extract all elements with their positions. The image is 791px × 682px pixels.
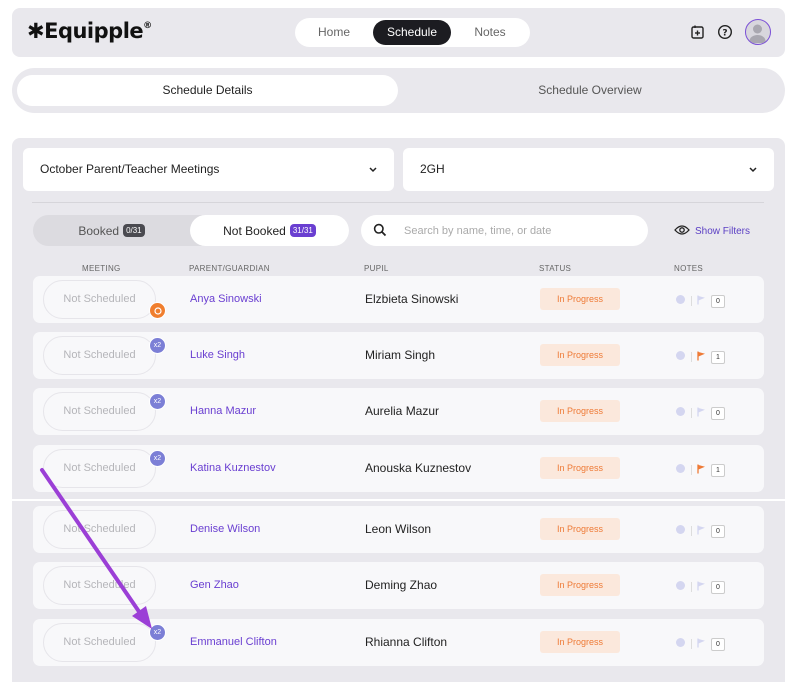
annotation-arrow [40, 468, 152, 629]
